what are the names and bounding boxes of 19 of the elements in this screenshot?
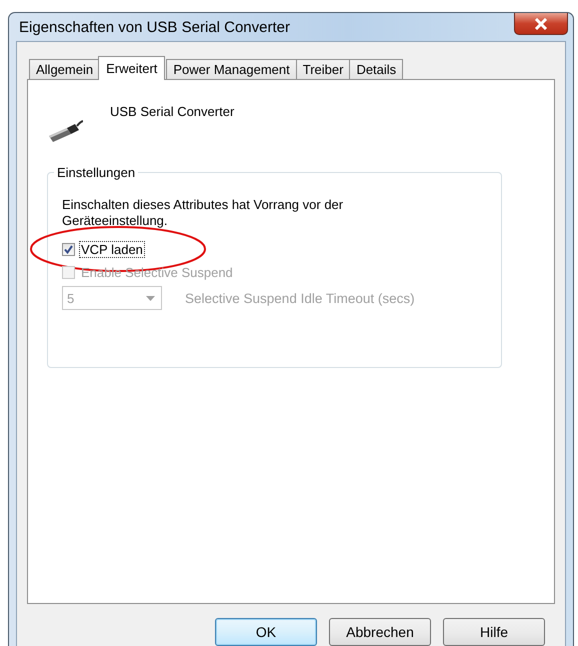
checkbox-label[interactable]: VCP laden	[79, 241, 145, 258]
check-icon	[63, 244, 74, 255]
tab[interactable]: Erweitert	[98, 56, 166, 80]
tab[interactable]: Allgemein	[29, 59, 100, 79]
group-title: Einstellungen	[54, 165, 138, 180]
description-text: Einschalten dieses Attributes hat Vorrang vor der Geräteeinstellung.	[62, 197, 344, 229]
device-name: USB Serial Converter	[110, 104, 234, 119]
tab[interactable]: Details	[349, 59, 404, 79]
window-title: Eigenschaften von USB Serial Converter	[19, 18, 290, 36]
tab[interactable]: Power Management	[166, 59, 297, 79]
tab[interactable]: Treiber	[296, 59, 350, 79]
dialog-button[interactable]: Abbrechen	[329, 618, 431, 646]
dialog-button[interactable]: OK	[215, 618, 317, 646]
checkbox[interactable]	[62, 243, 75, 256]
timeout-label: Selective Suspend Idle Timeout (secs)	[185, 290, 415, 306]
close-button[interactable]	[514, 13, 568, 35]
dropdown-arrow-icon	[146, 296, 155, 300]
dialog-button[interactable]: Hilfe	[443, 618, 545, 646]
close-icon	[534, 18, 548, 30]
